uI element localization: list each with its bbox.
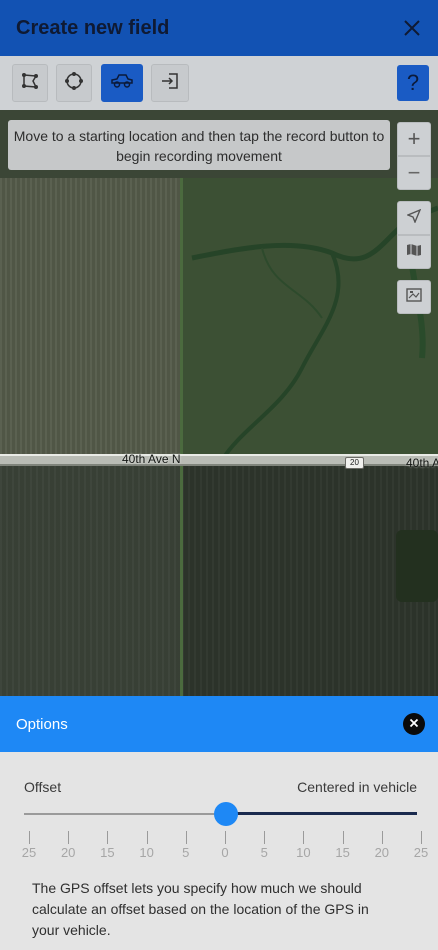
pivot-circle-icon <box>63 70 85 97</box>
slider-tick-label: 10 <box>139 845 154 860</box>
slider-track-right[interactable] <box>226 812 417 815</box>
slider-tick <box>146 831 148 844</box>
map-icon <box>406 243 422 262</box>
pivot-button[interactable] <box>56 64 92 102</box>
locate-button[interactable] <box>397 201 431 235</box>
satellite-map[interactable]: 40th Ave N 20 40th A Move to a starting … <box>0 110 438 696</box>
mode-toolbar: ? <box>0 56 438 110</box>
slider-tick-label: 25 <box>21 845 37 860</box>
slider-tick <box>185 831 187 844</box>
map-field <box>0 178 180 460</box>
offset-value: Centered in vehicle <box>297 779 417 795</box>
slider-tick-label: 25 <box>413 845 429 860</box>
slider-tick-label: 5 <box>260 845 268 860</box>
route-shield: 20 <box>345 457 364 469</box>
vehicle-icon <box>110 72 134 95</box>
offset-description: The GPS offset lets you specify how much… <box>32 880 369 938</box>
slider-tick-label: 20 <box>60 845 76 860</box>
page-title: Create new field <box>16 16 170 39</box>
slider-tick <box>421 831 422 844</box>
road <box>0 454 438 466</box>
field-border <box>180 178 183 696</box>
slider-tick-label: 20 <box>374 845 390 860</box>
options-title: Options <box>16 715 68 733</box>
slider-tick <box>29 831 30 844</box>
map-field <box>0 466 180 696</box>
minus-icon: − <box>407 160 421 185</box>
road-label-right: 40th A <box>406 456 438 470</box>
map-layers-button[interactable] <box>397 235 431 269</box>
road-label: 40th Ave N <box>122 452 181 466</box>
close-icon[interactable] <box>398 14 426 42</box>
drive-record-button[interactable] <box>101 64 143 102</box>
app-header: Create new field <box>0 0 438 56</box>
field-boundaries-button[interactable] <box>397 280 431 314</box>
slider-tick-label: 5 <box>182 845 190 860</box>
options-header: Options <box>0 696 438 752</box>
plus-icon: + <box>407 126 421 151</box>
slider-tick-label: 15 <box>335 845 350 860</box>
draw-boundary-button[interactable] <box>12 64 48 102</box>
slider-tick <box>68 831 70 844</box>
import-icon <box>159 71 181 96</box>
slider-tick <box>342 831 344 844</box>
slider-tick <box>303 831 305 844</box>
slider-tick <box>381 831 383 844</box>
import-button[interactable] <box>151 64 189 102</box>
zoom-in-button[interactable]: + <box>397 122 431 156</box>
close-icon <box>409 715 419 733</box>
instruction-banner: Move to a starting location and then tap… <box>8 120 390 170</box>
options-close-button[interactable] <box>403 713 425 735</box>
zoom-out-button[interactable]: − <box>397 156 431 190</box>
tree-cluster <box>396 530 438 602</box>
slider-track-left[interactable] <box>24 813 226 815</box>
image-overlay-icon <box>406 287 422 307</box>
slider-thumb[interactable] <box>214 802 238 826</box>
polygon-icon <box>20 71 40 96</box>
slider-tick-label: 10 <box>296 845 311 860</box>
slider-tick-label: 0 <box>221 845 229 860</box>
slider-tick-label: 15 <box>100 845 115 860</box>
options-panel: Offset Centered in vehicle 25 20 15 10 5 0 5 10… <box>0 752 438 950</box>
slider-tick <box>107 831 109 844</box>
help-icon: ? <box>406 70 420 95</box>
slider-tick <box>225 831 226 844</box>
help-button[interactable]: ? <box>397 65 429 101</box>
offset-label: Offset <box>24 779 62 795</box>
navigation-arrow-icon <box>406 208 422 228</box>
slider-tick <box>264 831 266 844</box>
